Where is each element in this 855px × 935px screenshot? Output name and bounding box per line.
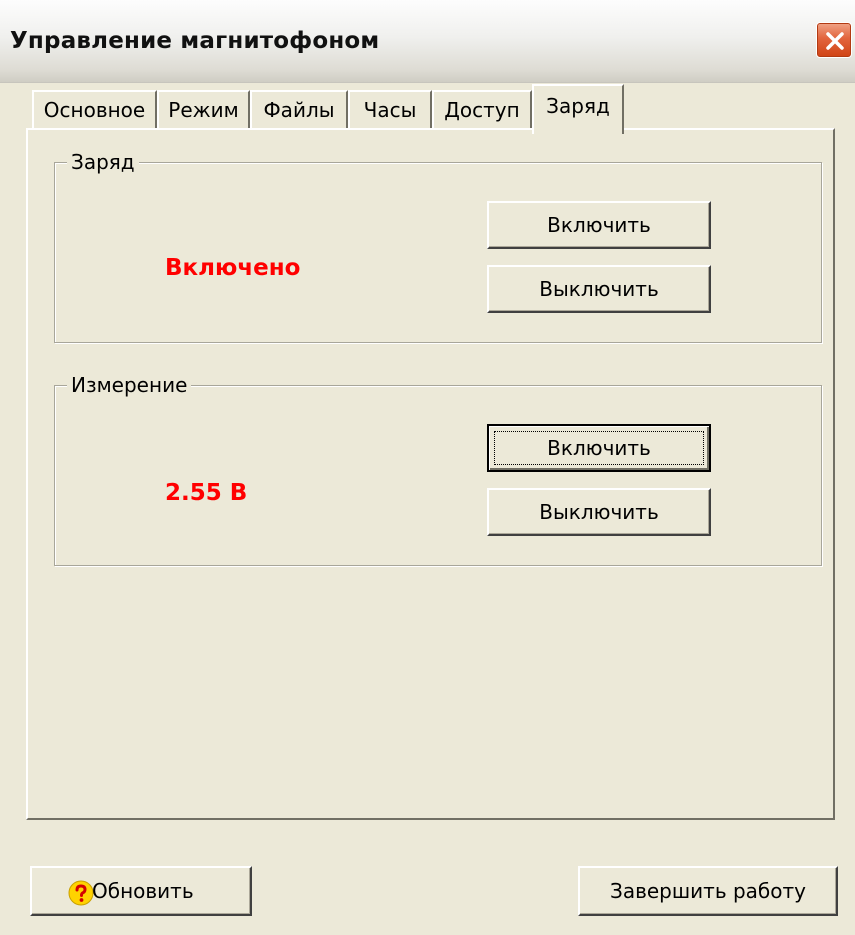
tab-files[interactable]: Файлы bbox=[250, 90, 348, 130]
help-icon bbox=[68, 880, 94, 906]
charge-on-button[interactable]: Включить bbox=[487, 201, 711, 249]
tab-charge[interactable]: Заряд bbox=[532, 84, 624, 134]
tab-panel-charge: Заряд Включено Включить Выключить Измере… bbox=[26, 128, 835, 820]
tab-mode[interactable]: Режим bbox=[157, 90, 250, 130]
tab-main[interactable]: Основное bbox=[32, 90, 157, 130]
measure-group-title: Измерение bbox=[67, 372, 192, 398]
close-button[interactable] bbox=[816, 22, 852, 58]
measure-value: 2.55 В bbox=[165, 480, 248, 506]
measure-group: Измерение 2.55 В Включить Выключить bbox=[54, 372, 822, 566]
charge-group: Заряд Включено Включить Выключить bbox=[54, 149, 822, 343]
title-bar[interactable]: Управление магнитофоном bbox=[0, 0, 855, 83]
charge-status: Включено bbox=[165, 255, 301, 281]
charge-group-title: Заряд bbox=[67, 149, 139, 175]
refresh-button[interactable]: Обновить bbox=[30, 866, 252, 916]
close-icon bbox=[826, 32, 844, 50]
measure-on-button[interactable]: Включить bbox=[487, 424, 711, 472]
window-title: Управление магнитофоном bbox=[10, 28, 380, 54]
tab-clock[interactable]: Часы bbox=[348, 90, 432, 130]
measure-off-button[interactable]: Выключить bbox=[487, 488, 711, 536]
app-window: Управление магнитофоном Основное Режим Ф… bbox=[0, 0, 855, 935]
charge-off-button[interactable]: Выключить bbox=[487, 265, 711, 313]
tab-access[interactable]: Доступ bbox=[432, 90, 532, 130]
exit-button[interactable]: Завершить работу bbox=[578, 866, 838, 916]
